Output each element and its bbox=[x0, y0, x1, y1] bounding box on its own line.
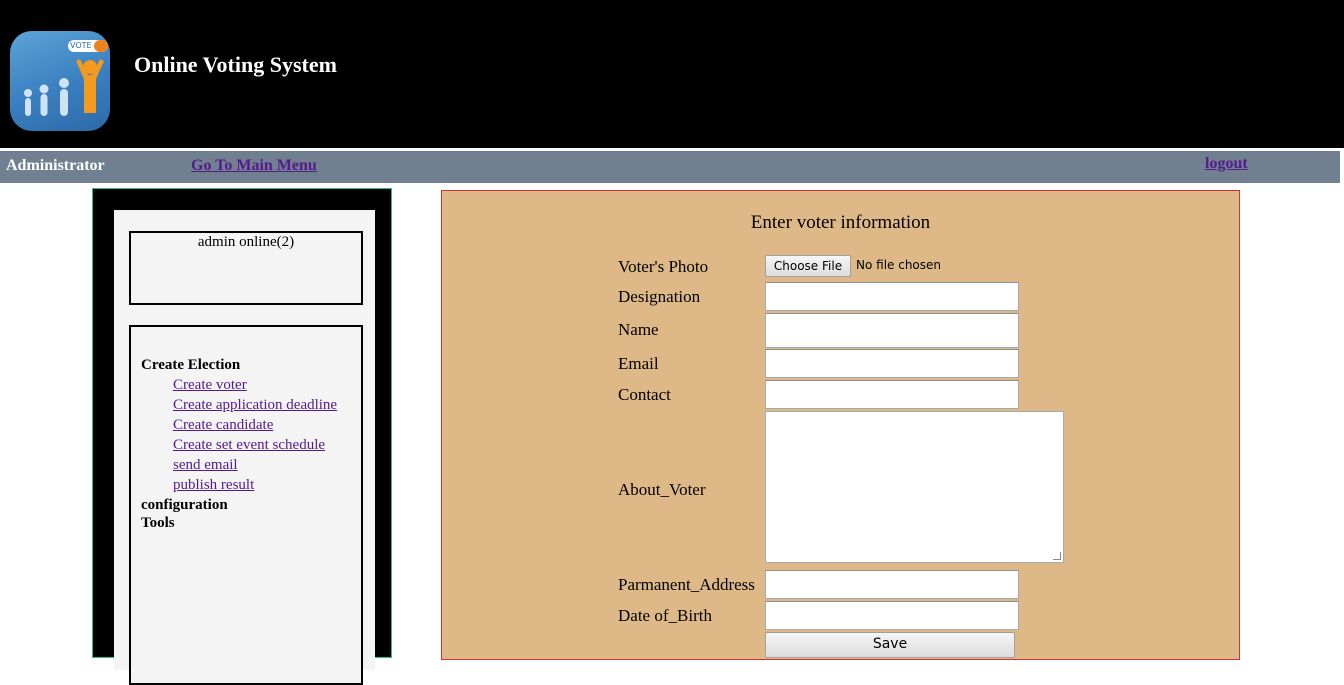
badge-check-icon bbox=[94, 40, 108, 52]
logout-link[interactable]: logout bbox=[1205, 155, 1248, 173]
permanent-address-label: Parmanent_Address bbox=[618, 575, 755, 594]
name-field[interactable] bbox=[765, 313, 1019, 348]
menu-section-tools[interactable]: Tools bbox=[141, 515, 175, 532]
save-button[interactable]: Save bbox=[765, 632, 1015, 658]
file-status-text: No file chosen bbox=[856, 258, 942, 272]
main-menu-link[interactable]: Go To Main Menu bbox=[191, 157, 317, 175]
date-of-birth-label: Date of_Birth bbox=[618, 606, 712, 625]
permanent-address-field[interactable] bbox=[765, 570, 1019, 599]
menu-link-create-candidate[interactable]: Create candidate bbox=[173, 417, 273, 434]
email-label: Email bbox=[618, 354, 659, 373]
voting-logo-icon: VOTE bbox=[10, 31, 110, 131]
resize-grip-icon[interactable] bbox=[1053, 552, 1061, 560]
designation-field[interactable] bbox=[765, 282, 1019, 311]
voter-form: Enter voter information Voter's Photo Ch… bbox=[441, 190, 1240, 660]
contact-label: Contact bbox=[618, 385, 671, 404]
choose-file-button[interactable]: Choose File bbox=[765, 255, 851, 277]
menu-link-create-voter[interactable]: Create voter bbox=[173, 377, 247, 394]
vote-badge-text: VOTE bbox=[70, 41, 92, 50]
top-navbar: Administrator Go To Main Menu logout bbox=[0, 151, 1340, 183]
about-voter-textarea[interactable] bbox=[765, 411, 1064, 563]
email-field[interactable] bbox=[765, 349, 1019, 378]
date-of-birth-field[interactable] bbox=[765, 601, 1019, 630]
menu-link-publish-result[interactable]: publish result bbox=[173, 477, 254, 494]
vote-badge: VOTE bbox=[68, 40, 108, 52]
contact-field[interactable] bbox=[765, 380, 1019, 409]
user-role: Administrator bbox=[6, 157, 105, 174]
app-title: Online Voting System bbox=[134, 52, 337, 77]
online-status-text: admin online(2) bbox=[197, 234, 295, 250]
menu-link-create-application-deadline[interactable]: Create application deadline bbox=[173, 397, 337, 414]
menu-link-send-email[interactable]: send email bbox=[173, 457, 238, 474]
photo-label: Voter's Photo bbox=[618, 257, 709, 276]
sidebar-panel: admin online(2) Create Election Create v… bbox=[114, 210, 375, 685]
form-title: Enter voter information bbox=[750, 212, 931, 233]
name-label: Name bbox=[618, 320, 659, 339]
admin-menu: Create Election Create voter Create appl… bbox=[129, 325, 363, 685]
menu-section-configuration[interactable]: configuration bbox=[141, 497, 228, 514]
menu-link-create-event-schedule[interactable]: Create set event schedule bbox=[173, 437, 325, 454]
app-header: VOTE Online Voting System bbox=[0, 0, 1344, 148]
designation-label: Designation bbox=[618, 287, 701, 306]
sidebar: admin online(2) Create Election Create v… bbox=[92, 188, 392, 685]
about-voter-label: About_Voter bbox=[618, 480, 706, 499]
menu-section-create-election: Create Election bbox=[141, 357, 241, 373]
online-status-box: admin online(2) bbox=[129, 231, 363, 305]
